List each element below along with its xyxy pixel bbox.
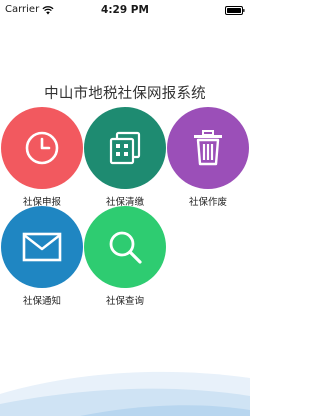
status-time: 4:29 PM [101,4,149,16]
calculator-icon [109,131,141,165]
search-icon [109,231,142,264]
tile-social-notice[interactable]: 社保通知 [0,206,84,307]
tile-label: 社保通知 [22,296,61,307]
status-bar: Carrier 4:29 PM [0,0,250,20]
tile-social-declaration[interactable]: 社保申报 [0,107,84,208]
tile-label: 社保作废 [188,197,227,208]
tile-label: 社保查询 [105,296,144,307]
tile-circle[interactable] [167,107,249,189]
trash-icon [194,130,222,166]
battery-icon [225,6,245,15]
tile-circle[interactable] [1,107,83,189]
envelope-icon [22,232,62,262]
decorative-wave [0,371,250,416]
tile-circle[interactable] [84,206,166,288]
clock-icon [25,131,59,165]
tile-circle[interactable] [1,206,83,288]
tile-social-payment[interactable]: 社保清缴 [83,107,167,208]
tile-social-void[interactable]: 社保作废 [166,107,250,208]
page-title: 中山市地税社保网报系统 [44,86,206,102]
tile-social-query[interactable]: 社保查询 [83,206,167,307]
tile-circle[interactable] [84,107,166,189]
